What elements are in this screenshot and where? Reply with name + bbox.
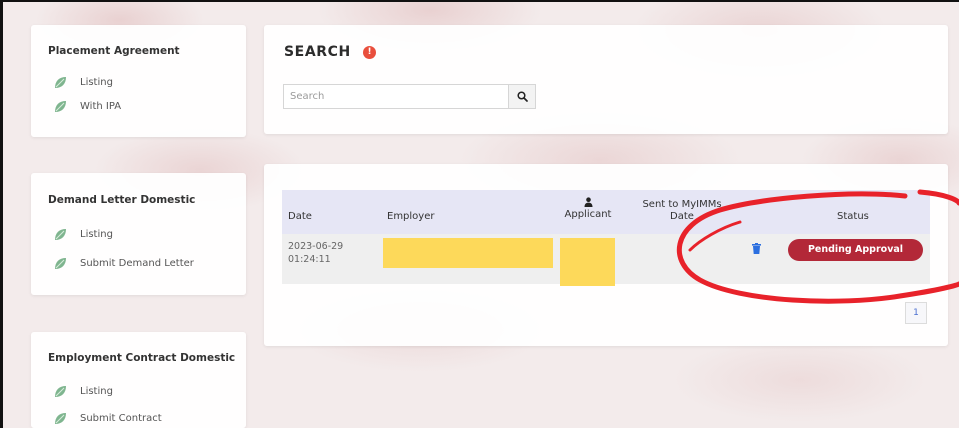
column-header-status[interactable]: Status (837, 211, 869, 222)
trash-icon[interactable] (752, 239, 761, 258)
sidebar-item-label: Submit Demand Letter (80, 258, 194, 269)
sidebar-item-submit-contract[interactable]: Submit Contract (54, 412, 162, 425)
leaf-icon (54, 412, 67, 425)
sidebar-section-title: Placement Agreement (48, 45, 180, 57)
search-title: SEARCH (284, 44, 351, 60)
info-icon[interactable]: ! (363, 46, 376, 59)
column-header-applicant-label: Applicant (564, 209, 612, 220)
date-cell: 2023-06-29 01:24:11 (288, 240, 343, 266)
pagination-page-button[interactable]: 1 (905, 302, 927, 324)
sidebar-item-submit-demand-letter[interactable]: Submit Demand Letter (54, 257, 194, 270)
column-header-sent-to-myimms[interactable]: Sent to MyIMMs Date (634, 199, 730, 223)
column-header-applicant[interactable]: Applicant (562, 197, 614, 220)
leaf-icon (54, 228, 67, 241)
sidebar-item-label: Listing (80, 229, 113, 240)
results-card: Date Employer Applicant Sent to MyIMMs D… (264, 164, 948, 346)
leaf-icon (54, 76, 67, 89)
sidebar-section-title: Employment Contract Domestic (48, 352, 236, 364)
column-header-date[interactable]: Date (288, 211, 312, 222)
sidebar-item-label: Listing (80, 77, 113, 88)
table-row[interactable]: 2023-06-29 01:24:11 Pending Approval (282, 234, 930, 286)
employer-cell-redacted (383, 238, 553, 268)
search-button[interactable] (509, 84, 536, 109)
sidebar-card-demand-letter: Demand Letter Domestic Listing Submit De… (31, 173, 246, 295)
sidebar-item-placement-listing[interactable]: Listing (54, 76, 113, 89)
leaf-icon (54, 257, 67, 270)
column-header-sent-line1: Sent to MyIMMs (642, 199, 722, 210)
search-input[interactable] (283, 84, 509, 109)
applicant-cell-redacted (560, 238, 615, 286)
window-border-top (0, 0, 959, 2)
sidebar-card-placement-agreement: Placement Agreement Listing With IPA (31, 25, 246, 137)
sidebar-item-with-ipa[interactable]: With IPA (54, 100, 121, 113)
status-badge[interactable]: Pending Approval (788, 239, 923, 261)
leaf-icon (54, 100, 67, 113)
sidebar-item-label: Listing (80, 386, 113, 397)
column-header-employer[interactable]: Employer (387, 211, 435, 222)
sidebar-item-contract-listing[interactable]: Listing (54, 385, 113, 398)
sidebar-section-title: Demand Letter Domestic (48, 194, 196, 206)
sidebar-item-label: With IPA (80, 101, 122, 112)
window-border-left (0, 0, 3, 428)
sidebar-card-employment-contract: Employment Contract Domestic Listing Sub… (31, 332, 246, 428)
table-header: Date Employer Applicant Sent to MyIMMs D… (282, 190, 930, 234)
search-card: SEARCH ! (264, 25, 948, 134)
row-time: 01:24:11 (288, 254, 331, 265)
sidebar-item-label: Submit Contract (80, 413, 162, 424)
row-date: 2023-06-29 (288, 241, 344, 252)
search-icon (516, 87, 528, 106)
leaf-icon (54, 385, 67, 398)
sidebar-item-demand-listing[interactable]: Listing (54, 228, 113, 241)
user-icon (562, 197, 614, 207)
column-header-sent-line2: Date (670, 211, 694, 222)
